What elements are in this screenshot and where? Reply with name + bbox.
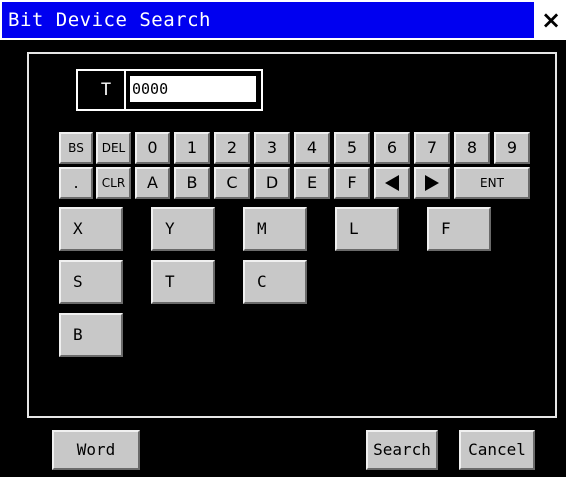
device-t-button[interactable]: T [151,260,215,304]
device-x-button[interactable]: X [59,207,123,251]
key-e[interactable]: E [294,167,330,199]
key-0[interactable]: 0 [135,132,170,164]
cursor-right-button[interactable] [414,167,450,199]
key-delete[interactable]: DEL [96,132,131,164]
key-8[interactable]: 8 [454,132,490,164]
key-backspace[interactable]: BS [59,132,93,164]
key-3[interactable]: 3 [254,132,290,164]
search-button[interactable]: Search [366,430,438,470]
key-clear[interactable]: CLR [96,167,131,199]
key-2[interactable]: 2 [214,132,250,164]
title-bar: Bit Device Search × [0,0,566,40]
word-button[interactable]: Word [52,430,140,470]
window-title: Bit Device Search [8,9,211,31]
title-bar-background: Bit Device Search [2,2,534,38]
key-9[interactable]: 9 [494,132,530,164]
key-7[interactable]: 7 [414,132,450,164]
device-b-button[interactable]: B [59,313,123,357]
key-period[interactable]: . [59,167,93,199]
device-l-button[interactable]: L [335,207,399,251]
key-f[interactable]: F [334,167,370,199]
key-c[interactable]: C [214,167,250,199]
key-a[interactable]: A [135,167,170,199]
device-m-button[interactable]: M [243,207,307,251]
device-c-button[interactable]: C [243,260,307,304]
key-b[interactable]: B [174,167,210,199]
key-d[interactable]: D [254,167,290,199]
close-button[interactable]: × [536,4,566,36]
device-number-input[interactable]: 0000 [130,76,256,102]
key-4[interactable]: 4 [294,132,330,164]
cancel-button[interactable]: Cancel [459,430,535,470]
key-1[interactable]: 1 [174,132,210,164]
device-f-button[interactable]: F [427,207,491,251]
device-y-button[interactable]: Y [151,207,215,251]
arrow-right-icon [425,175,439,191]
cursor-left-button[interactable] [374,167,410,199]
entry-separator [124,71,126,109]
key-5[interactable]: 5 [334,132,370,164]
device-type-label: T [100,80,112,100]
key-6[interactable]: 6 [374,132,410,164]
device-s-button[interactable]: S [59,260,123,304]
arrow-left-icon [385,175,399,191]
key-enter[interactable]: ENT [454,167,530,199]
